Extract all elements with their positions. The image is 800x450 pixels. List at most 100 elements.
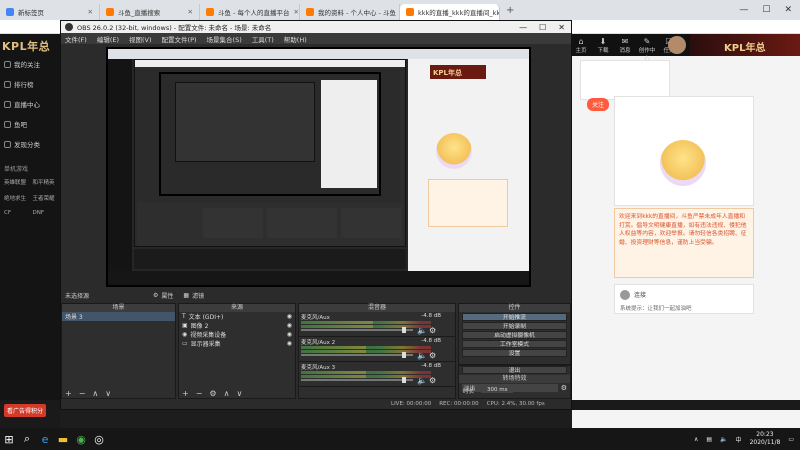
menu-scene-collection[interactable]: 场景集合(S) — [207, 34, 242, 44]
browser-tab[interactable]: 斗鱼 - 每个人的直播平台 ✕ — [200, 4, 300, 20]
game-link[interactable]: 王者荣耀 — [33, 194, 59, 202]
left-nav-item[interactable]: 鱼吧 — [4, 118, 58, 130]
search-icon[interactable]: ⌕ — [18, 430, 36, 448]
eye-icon[interactable]: ◉ — [287, 322, 295, 329]
chevron-up-icon[interactable]: ∧ — [694, 436, 698, 443]
obs-icon[interactable]: ◎ — [90, 430, 108, 448]
browser-tab-active[interactable]: kkk的直播_kkk的直播间_kkk的...✕ — [400, 4, 500, 20]
notification-icon[interactable]: ▭ — [788, 436, 794, 443]
follow-button[interactable]: 关注 — [587, 98, 610, 111]
scene-item[interactable]: 场景 3 — [62, 312, 175, 321]
filters-button[interactable]: ▦ 滤镜 — [183, 291, 204, 300]
create-icon[interactable]: ✎ 创作中心 — [638, 37, 656, 62]
windows-start-icon[interactable]: ⊞ — [0, 430, 18, 448]
down-arrow-icon[interactable]: ∨ — [236, 389, 242, 398]
source-item[interactable]: T 文本 (GDI+) ◉ — [179, 312, 295, 321]
source-item[interactable]: ▭ 显示器采集 ◉ — [179, 339, 295, 348]
down-arrow-icon[interactable]: ∨ — [105, 389, 111, 398]
start-recording-button[interactable]: 开始录制 — [462, 322, 567, 330]
gear-icon[interactable]: ⚙ — [429, 326, 436, 335]
up-arrow-icon[interactable]: ∧ — [224, 389, 230, 398]
obs-preview[interactable]: KPL年总 — [106, 47, 531, 287]
obs-logo-icon — [65, 23, 73, 31]
remove-icon[interactable]: − — [196, 389, 203, 398]
left-nav-item[interactable]: 我的关注 — [4, 58, 58, 70]
source-item[interactable]: ▣ 图像 2 ◉ — [179, 321, 295, 330]
browser-tab[interactable]: 斗鱼_直播搜索 ✕ — [100, 4, 200, 20]
close-icon[interactable]: ✕ — [188, 8, 193, 16]
close-icon[interactable]: ✕ — [88, 8, 93, 16]
mascot-image — [660, 140, 706, 186]
remove-icon[interactable]: − — [79, 389, 86, 398]
volume-slider[interactable] — [301, 352, 413, 358]
menu-file[interactable]: 文件(F) — [65, 34, 87, 44]
minimize-button[interactable]: — — [739, 5, 748, 15]
volume-knob[interactable] — [402, 377, 407, 383]
add-icon[interactable]: + — [182, 389, 189, 398]
browser-tab[interactable]: 新标签页 ✕ — [0, 4, 100, 20]
menu-edit[interactable]: 编辑(E) — [97, 34, 119, 44]
menu-view[interactable]: 视图(V) — [129, 34, 152, 44]
network-icon[interactable]: ▤ — [706, 436, 712, 443]
user-avatar — [620, 290, 630, 300]
tab-favicon — [306, 8, 314, 16]
eye-icon[interactable]: ◉ — [287, 340, 295, 347]
maximize-button[interactable]: ☐ — [762, 5, 770, 15]
nested-preview — [159, 72, 381, 196]
home-icon[interactable]: ⌂ 主页 — [572, 37, 590, 62]
browser-tab[interactable]: 我的资料 - 个人中心 - 斗鱼✕ — [300, 4, 400, 20]
start-streaming-button[interactable]: 开始推流 — [462, 313, 567, 321]
volume-icon[interactable]: 🔈 — [720, 436, 727, 443]
settings-button[interactable]: 设置 — [462, 349, 567, 357]
ime-indicator[interactable]: 中 — [736, 435, 742, 444]
gear-icon[interactable]: ⚙ — [429, 376, 436, 385]
gear-icon[interactable]: ⚙ — [209, 389, 216, 398]
gear-icon[interactable]: ⚙ — [429, 351, 436, 360]
studio-mode-button[interactable]: 工作室模式 — [462, 340, 567, 348]
volume-knob[interactable] — [402, 352, 407, 358]
edge-icon[interactable]: e — [36, 430, 54, 448]
eye-icon[interactable]: ◉ — [287, 331, 295, 338]
game-link[interactable]: 英雄联盟 — [4, 178, 30, 186]
menu-help[interactable]: 帮助(H) — [284, 34, 307, 44]
left-nav-item[interactable]: 发现分类 — [4, 138, 58, 150]
close-button[interactable]: ✕ — [558, 23, 565, 32]
chrome-icon[interactable]: ◉ — [72, 430, 90, 448]
menu-profile[interactable]: 配置文件(P) — [162, 34, 197, 44]
speaker-icon[interactable]: 🔈 — [417, 376, 427, 385]
file-explorer-icon[interactable]: ▬ — [54, 430, 72, 448]
eye-icon[interactable]: ◉ — [287, 313, 295, 320]
user-name: 连接 — [634, 292, 647, 299]
properties-button[interactable]: ⚙ 属性 — [153, 291, 173, 300]
add-icon[interactable]: + — [65, 389, 72, 398]
clock[interactable]: 20:23 2020/11/8 — [750, 431, 781, 447]
up-arrow-icon[interactable]: ∧ — [92, 389, 98, 398]
exit-button[interactable]: 退出 — [462, 366, 567, 374]
message-icon[interactable]: ✉ 消息 — [616, 37, 634, 62]
volume-slider[interactable] — [301, 377, 413, 383]
volume-slider[interactable] — [301, 327, 413, 333]
maximize-button[interactable]: ☐ — [539, 23, 546, 32]
minimize-button[interactable]: — — [519, 23, 527, 32]
game-link[interactable]: CF — [4, 210, 30, 216]
close-window-button[interactable]: ✕ — [784, 5, 792, 15]
speaker-icon[interactable]: 🔈 — [417, 351, 427, 360]
source-item[interactable]: ◉ 视频采集设备 ◉ — [179, 330, 295, 339]
game-link[interactable]: 和平精英 — [33, 178, 59, 186]
volume-knob[interactable] — [402, 327, 407, 333]
new-tab-button[interactable]: + — [506, 5, 514, 16]
duration-value[interactable]: 300 ms — [481, 387, 514, 393]
game-link[interactable]: 绝地求生 — [4, 194, 30, 202]
ad-points-button[interactable]: 看广告得积分 — [4, 404, 47, 417]
game-link[interactable]: DNF — [33, 210, 59, 216]
download-icon[interactable]: ⬇ 下载 — [594, 37, 612, 62]
gear-icon[interactable]: ⚙ — [561, 384, 567, 392]
menu-tools[interactable]: 工具(T) — [252, 34, 274, 44]
left-nav-item[interactable]: 排行榜 — [4, 78, 58, 90]
left-nav-item[interactable]: 直播中心 — [4, 98, 58, 110]
compass-icon — [4, 140, 11, 148]
speaker-icon[interactable]: 🔈 — [417, 326, 427, 335]
avatar[interactable] — [668, 36, 686, 54]
virtual-camera-button[interactable]: 启动虚拟摄像机 — [462, 331, 567, 339]
close-icon[interactable]: ✕ — [293, 8, 298, 16]
